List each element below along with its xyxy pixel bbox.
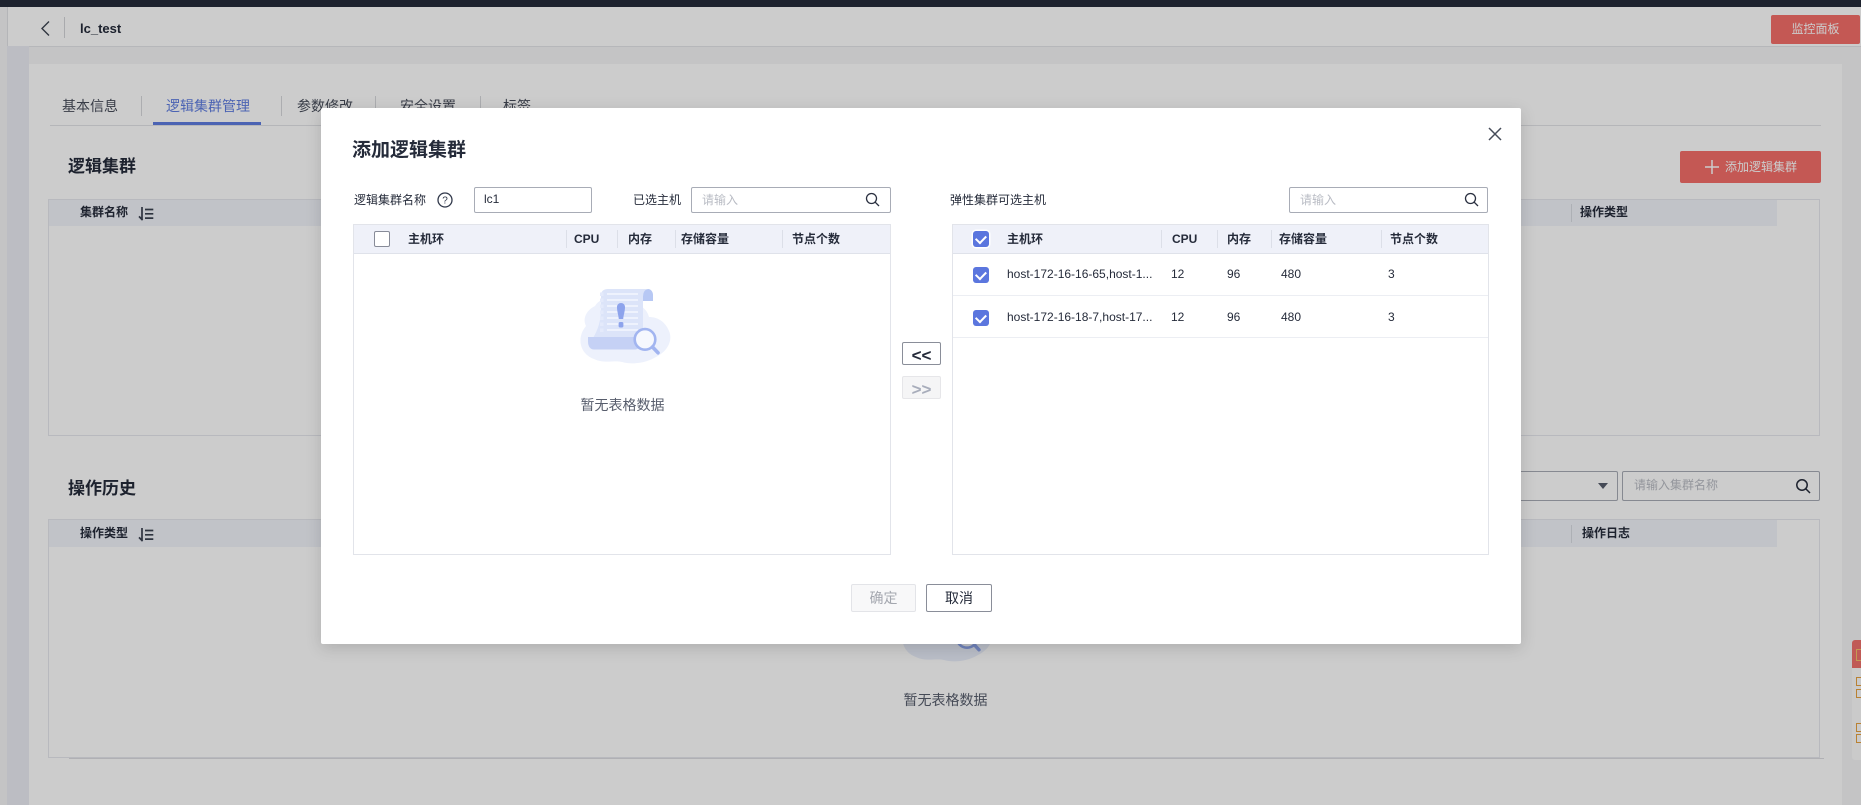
svg-text:?: ?: [442, 196, 448, 207]
